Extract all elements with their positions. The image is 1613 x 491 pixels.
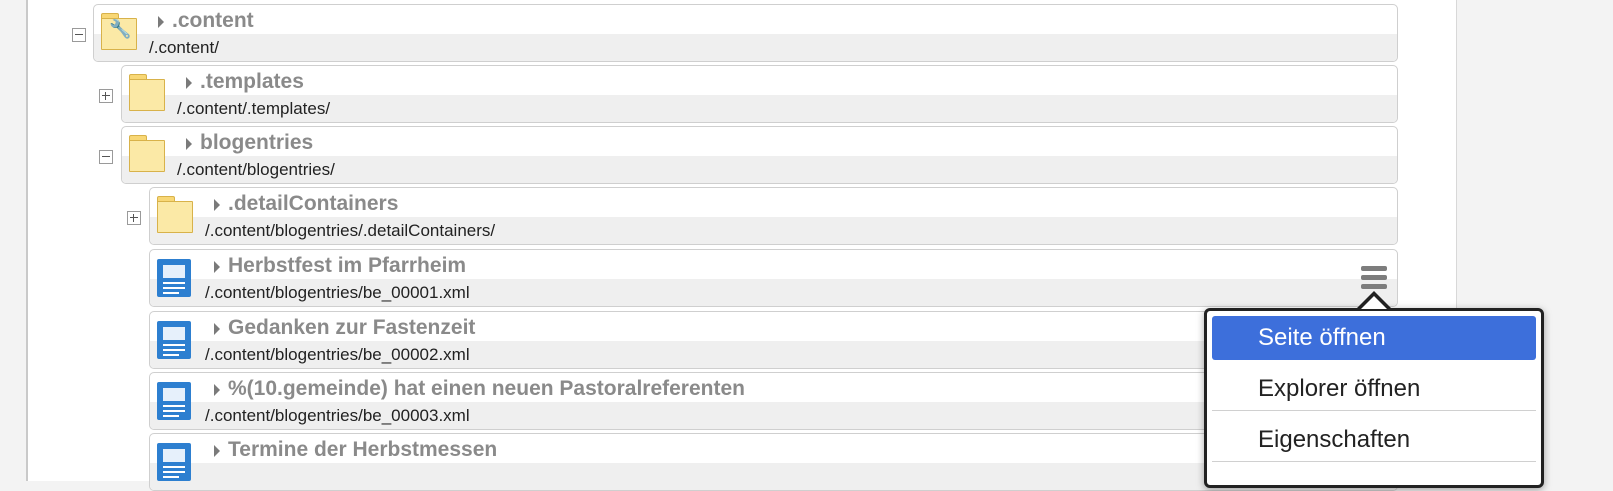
menu-item-properties[interactable]: Eigenschaften — [1212, 418, 1536, 462]
item-title: .content — [172, 9, 254, 32]
expand-arrow-icon[interactable] — [214, 199, 220, 211]
context-menu-pointer-inner — [1361, 296, 1387, 309]
document-icon — [157, 382, 191, 420]
item-title: Termine der Herbstmessen — [228, 438, 498, 461]
item-path: /.content/blogentries/be_00003.xml — [205, 406, 470, 425]
expand-toggle[interactable] — [127, 211, 141, 225]
expand-arrow-icon[interactable] — [214, 323, 220, 335]
tree-item-content[interactable]: 🔧 .content /.content/ — [93, 4, 1398, 62]
expand-arrow-icon[interactable] — [214, 261, 220, 273]
settings-folder-icon: 🔧 — [101, 13, 137, 51]
expand-arrow-icon[interactable] — [186, 138, 192, 150]
document-icon — [157, 259, 191, 297]
document-icon — [157, 321, 191, 359]
item-title: .detailContainers — [228, 192, 399, 215]
folder-icon — [157, 196, 193, 234]
item-path: /.content/blogentries/be_00002.xml — [205, 345, 470, 364]
tree-item-detail-containers[interactable]: .detailContainers /.content/blogentries/… — [149, 187, 1398, 245]
collapse-toggle[interactable] — [99, 150, 113, 164]
wrench-icon: 🔧 — [109, 19, 132, 39]
item-path: /.content/blogentries/ — [177, 160, 335, 179]
item-title: Herbstfest im Pfarrheim — [228, 254, 467, 277]
menu-item-open-page[interactable]: Seite öffnen — [1212, 316, 1536, 360]
item-path: /.content/ — [149, 38, 219, 57]
item-title: Gedanken zur Fastenzeit — [228, 316, 476, 339]
expand-toggle[interactable] — [99, 89, 113, 103]
expand-arrow-icon[interactable] — [214, 445, 220, 457]
document-icon — [157, 443, 191, 481]
item-path: /.content/blogentries/.detailContainers/ — [205, 221, 496, 240]
hamburger-menu-icon[interactable] — [1361, 266, 1387, 290]
item-title: .templates — [200, 70, 304, 93]
tree-item-blogentries[interactable]: blogentries /.content/blogentries/ — [121, 126, 1398, 184]
item-path: /.content/blogentries/be_00001.xml — [205, 283, 470, 302]
expand-arrow-icon[interactable] — [158, 16, 164, 28]
context-menu: Seite öffnen Explorer öffnen Eigenschaft… — [1204, 308, 1544, 488]
item-title: %(10.gemeinde) hat einen neuen Pastoralr… — [228, 377, 745, 400]
tree-item-document[interactable]: Herbstfest im Pfarrheim /.content/blogen… — [149, 249, 1398, 307]
item-path: /.content/.templates/ — [177, 99, 331, 118]
menu-item-open-explorer[interactable]: Explorer öffnen — [1212, 367, 1536, 411]
item-title: blogentries — [200, 131, 314, 154]
expand-arrow-icon[interactable] — [186, 77, 192, 89]
folder-icon — [129, 135, 165, 173]
tree-item-templates[interactable]: .templates /.content/.templates/ — [121, 65, 1398, 123]
folder-icon — [129, 74, 165, 112]
expand-arrow-icon[interactable] — [214, 384, 220, 396]
collapse-toggle[interactable] — [72, 28, 86, 42]
